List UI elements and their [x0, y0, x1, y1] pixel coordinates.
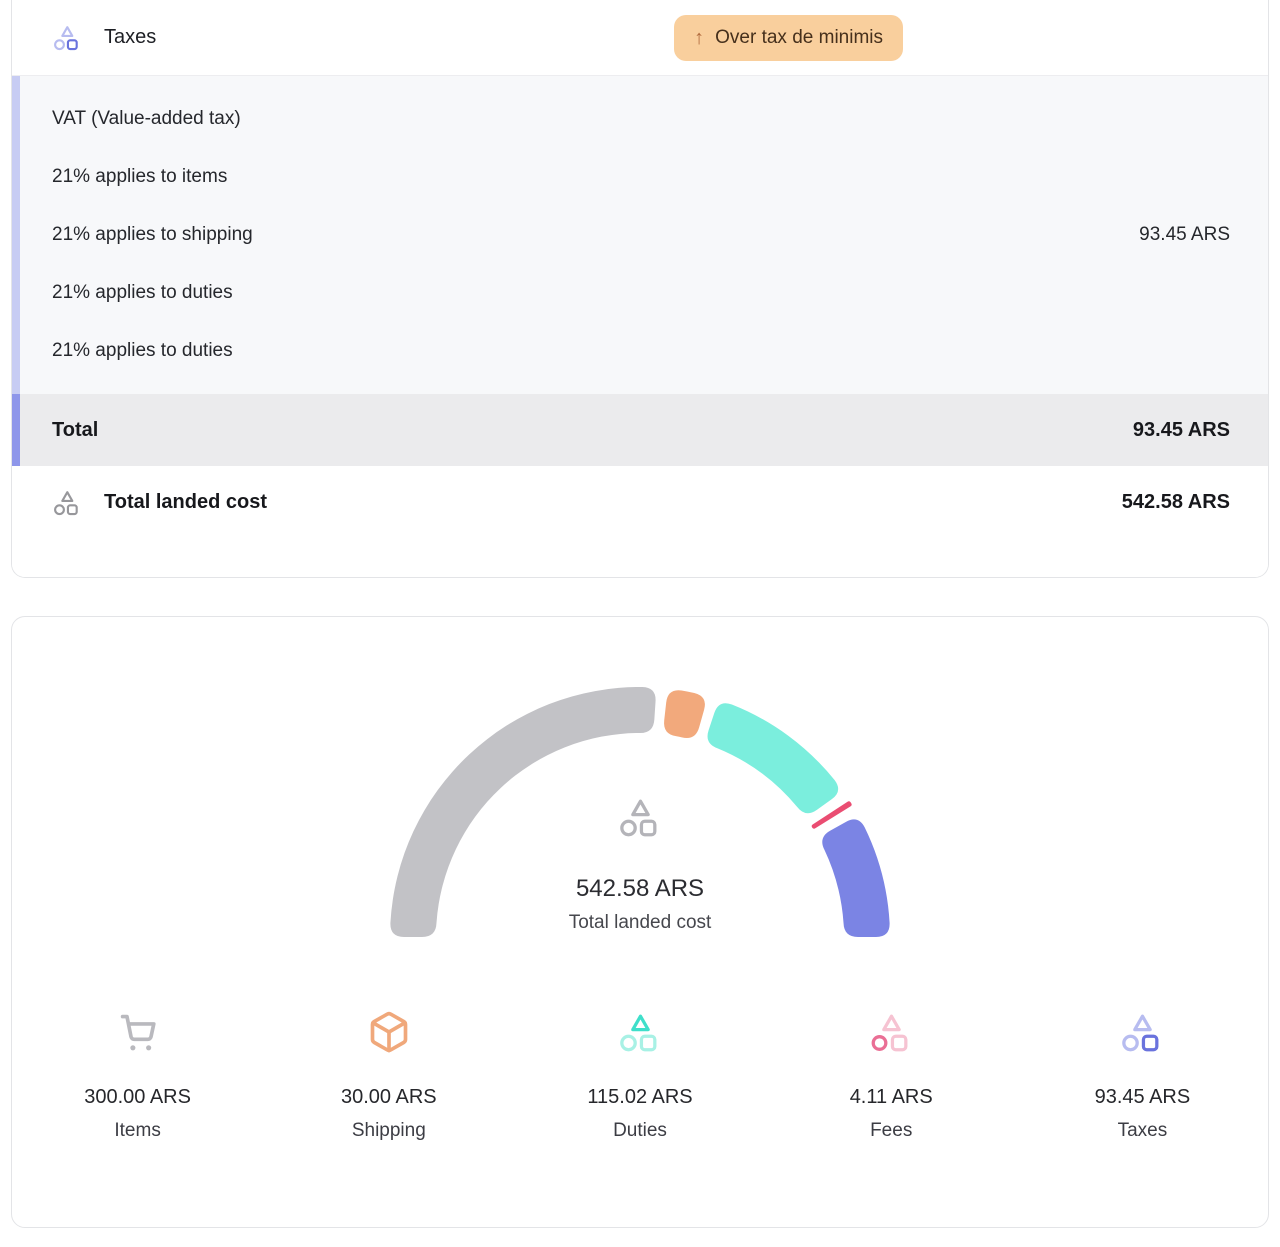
legend-label: Shipping [352, 1119, 426, 1143]
total-value: 93.45 ARS [1133, 419, 1230, 442]
legend-amount: 4.11 ARS [850, 1085, 933, 1109]
breakdown-row: 21% applies to duties [52, 264, 1230, 322]
legend-amount: 93.45 ARS [1095, 1085, 1191, 1109]
legend-label: Taxes [1118, 1119, 1168, 1143]
badge-label: Over tax de minimis [715, 27, 883, 49]
total-label: Total [52, 419, 98, 442]
shapes-taxes-icon [1119, 1009, 1165, 1055]
legend-item-items: 300.00 ARS Items [12, 1009, 263, 1143]
package-icon [367, 1009, 411, 1055]
gauge-segment-taxes [822, 819, 889, 937]
breakdown-row: VAT (Value-added tax) [52, 90, 1230, 148]
legend-amount: 30.00 ARS [341, 1085, 437, 1109]
gauge-chart: 542.58 ARS Total landed cost [380, 683, 900, 957]
breakdown-row: 21% applies to duties [52, 322, 1230, 380]
taxes-title: Taxes [104, 26, 156, 49]
over-tax-de-minimis-badge: ↑ Over tax de minimis [674, 15, 903, 61]
cart-icon [116, 1009, 160, 1055]
shapes-duties-icon [617, 1009, 663, 1055]
breakdown-row-label: VAT (Value-added tax) [52, 108, 241, 130]
legend-item-fees: 4.11 ARS Fees [766, 1009, 1017, 1143]
legend-item-taxes: 93.45 ARS Taxes [1017, 1009, 1268, 1143]
shapes-fees-icon [868, 1009, 914, 1055]
breakdown-row-label: 21% applies to duties [52, 340, 233, 362]
landed-cost-gauge-card: 542.58 ARS Total landed cost 300.00 ARS … [11, 616, 1269, 1228]
cost-legend: 300.00 ARS Items 30.00 ARS Shipping [12, 1009, 1268, 1143]
legend-amount: 115.02 ARS [587, 1085, 692, 1109]
arrow-up-icon: ↑ [694, 28, 704, 48]
breakdown-row: 21% applies to items [52, 148, 1230, 206]
total-landed-cost-row: Total landed cost 542.58 ARS [12, 466, 1268, 577]
legend-label: Fees [870, 1119, 912, 1143]
gauge-segment-items [390, 687, 655, 937]
taxes-card-header: Taxes ↑ Over tax de minimis [12, 0, 1268, 76]
taxes-total-row: Total 93.45 ARS [12, 394, 1268, 466]
breakdown-row-label: 21% applies to items [52, 166, 227, 188]
legend-label: Duties [613, 1119, 667, 1143]
landed-cost-shapes-icon [52, 488, 82, 517]
gauge-arc [380, 683, 900, 957]
breakdown-row-value: 93.45 ARS [1139, 224, 1230, 246]
legend-item-shipping: 30.00 ARS Shipping [263, 1009, 514, 1143]
legend-item-duties: 115.02 ARS Duties [514, 1009, 765, 1143]
gauge-segment-shipping [664, 690, 705, 738]
legend-amount: 300.00 ARS [84, 1085, 191, 1109]
legend-label: Items [114, 1119, 160, 1143]
landed-cost-value: 542.58 ARS [1122, 491, 1230, 514]
breakdown-row-label: 21% applies to shipping [52, 224, 253, 246]
taxes-shapes-icon [52, 23, 82, 52]
taxes-card: Taxes ↑ Over tax de minimis VAT (Value-a… [11, 0, 1269, 578]
gauge-segment-duties [708, 703, 839, 813]
vat-breakdown-section: VAT (Value-added tax) 21% applies to ite… [12, 76, 1268, 394]
breakdown-row-label: 21% applies to duties [52, 282, 233, 304]
landed-cost-label: Total landed cost [104, 491, 267, 514]
breakdown-row: 21% applies to shipping 93.45 ARS [52, 206, 1230, 264]
